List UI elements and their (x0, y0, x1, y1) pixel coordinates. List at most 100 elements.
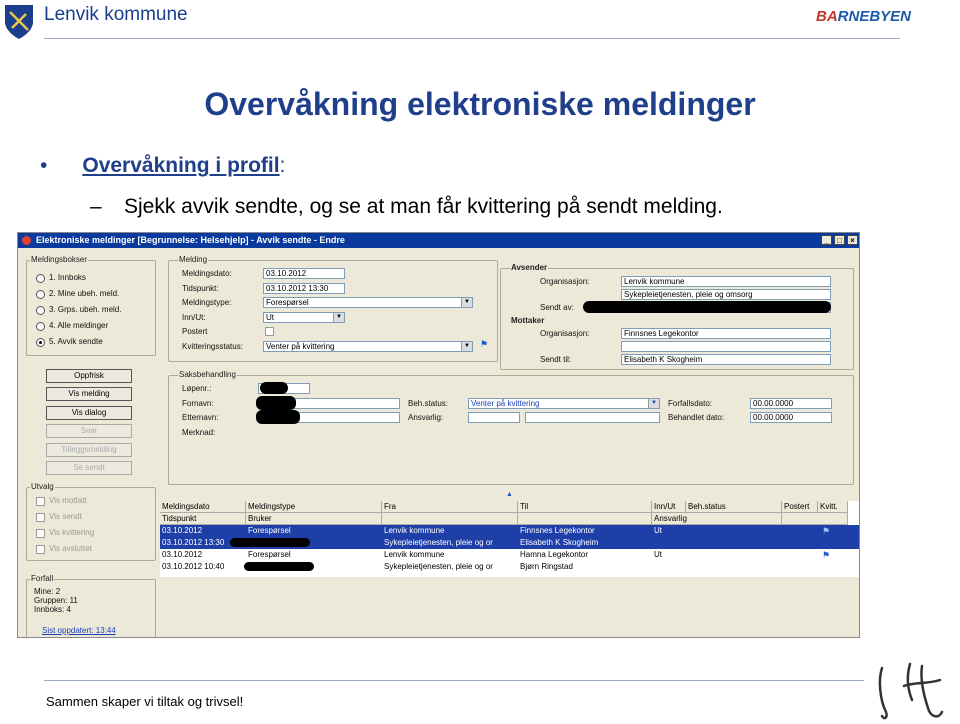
se-sendt-button[interactable]: Se sendt (46, 461, 132, 475)
checkbox-label: Vis kvittering (49, 528, 95, 537)
lopenr-label: Løpenr.: (182, 384, 212, 393)
table-cell: Forespørsel (248, 550, 291, 559)
table-cell: 03.10.2012 10:40 (162, 562, 225, 571)
kvitteringsstatus-label: Kvitteringsstatus: (182, 342, 243, 351)
forfall-mine: Mine: 2 (34, 587, 61, 596)
radio-label: 4. Alle meldinger (49, 321, 109, 330)
radio-avvik-sendte[interactable] (36, 338, 45, 347)
tidspunkt-field[interactable]: 03.10.2012 13:30 (263, 283, 345, 294)
radio-label: 5. Avvik sendte (49, 337, 103, 346)
postert-checkbox[interactable] (265, 327, 274, 336)
table-cell: 03.10.2012 (162, 550, 203, 559)
checkbox-label: Vis avsluttet (49, 544, 92, 553)
merknad-label: Merknad: (182, 428, 216, 437)
radio-mine-ubeh[interactable] (36, 290, 45, 299)
behstatus-select[interactable]: Venter på kvittering (468, 398, 660, 409)
column-header[interactable]: Meldingsdato (160, 501, 246, 513)
column-header[interactable]: Beh.status (686, 501, 782, 513)
column-header[interactable]: Inn/Ut (652, 501, 686, 513)
flag-icon: ⚑ (822, 526, 831, 536)
table-cell: Bjørn Ringstad (520, 562, 573, 571)
redaction (260, 382, 288, 394)
oppfrisk-button[interactable]: Oppfrisk (46, 369, 132, 383)
meldingstype-select[interactable]: Forespørsel (263, 297, 473, 308)
minimize-icon[interactable]: _ (821, 235, 832, 245)
table-cell: Hamna Legekontor (520, 550, 589, 559)
column-header[interactable]: Meldingstype (246, 501, 382, 513)
checkbox-label: Vis sendt (49, 512, 82, 521)
radio-innboks[interactable] (36, 274, 45, 283)
sort-arrow-icon[interactable]: ▲ (506, 491, 513, 498)
window-titlebar: Elektroniske meldinger [Begrunnelse: Hel… (18, 233, 859, 248)
meldingstype-label: Meldingstype: (182, 298, 232, 307)
postert-label: Postert (182, 327, 208, 336)
vis-melding-button[interactable]: Vis melding (46, 387, 132, 401)
window-title: Elektroniske meldinger [Begrunnelse: Hel… (36, 235, 345, 245)
forfallsdato-field[interactable]: 00.00.0000 (750, 398, 832, 409)
ansvarlig-field[interactable] (468, 412, 520, 423)
flag-icon: ⚑ (480, 339, 489, 349)
vis-dialog-button[interactable]: Vis dialog (46, 406, 132, 420)
column-header[interactable]: Bruker (246, 513, 382, 525)
table-cell: Lenvik kommune (384, 550, 445, 559)
mottaker-org-field[interactable]: Finnsnes Legekontor (621, 328, 831, 339)
avsender-title: Avsender (510, 263, 549, 272)
shield-logo-icon (5, 5, 33, 39)
behstatus-label: Beh.status: (408, 399, 449, 408)
table-cell: 03.10.2012 (162, 526, 203, 535)
etternavn-label: Etternavn: (182, 413, 219, 422)
meldingsbokser-title: Meldingsbokser (30, 255, 89, 264)
flag-icon: ⚑ (822, 550, 831, 560)
avsender-org-field[interactable]: Lenvik kommune (621, 276, 831, 287)
vis-sendt-checkbox[interactable] (36, 513, 45, 522)
table-cell: Forespørsel (248, 526, 291, 535)
utvalg-title: Utvalg (30, 482, 55, 491)
ansvarlig-name-field[interactable] (525, 412, 660, 423)
table-cell: Elisabeth K Skogheim (520, 538, 599, 547)
footer-divider (44, 680, 864, 681)
footer-text: Sammen skaper vi tiltak og trivsel! (46, 694, 244, 709)
column-header[interactable]: Kvitt. (818, 501, 848, 513)
tilleggsmelding-button[interactable]: Tilleggsmelding (46, 443, 132, 457)
table-cell: Lenvik kommune (384, 526, 445, 535)
bullet-1: • Overvåkning i profil: (40, 154, 286, 177)
meldingsdato-label: Meldingsdato: (182, 269, 232, 278)
sendt-til-field[interactable]: Elisabeth K Skogheim (621, 354, 831, 365)
redaction (230, 538, 310, 547)
vis-mottatt-checkbox[interactable] (36, 497, 45, 506)
mottaker-org-label: Organisasjon: (540, 329, 590, 338)
vis-kvittering-checkbox[interactable] (36, 529, 45, 538)
innut-label: Inn/Ut: (182, 313, 206, 322)
column-header[interactable]: Ansvarlig (652, 513, 782, 525)
tidspunkt-label: Tidspunkt: (182, 284, 219, 293)
column-header[interactable]: Tidspunkt (160, 513, 246, 525)
column-header[interactable]: Fra (382, 501, 518, 513)
vis-avsluttet-checkbox[interactable] (36, 545, 45, 554)
close-icon[interactable]: × (847, 235, 858, 245)
column-header[interactable]: Postert (782, 501, 818, 513)
radio-alle[interactable] (36, 322, 45, 331)
org-name: Lenvik kommune (44, 4, 188, 25)
column-header (518, 513, 652, 525)
maximize-icon[interactable]: □ (834, 235, 845, 245)
svar-button[interactable]: Svar (46, 424, 132, 438)
avsender-unit-field[interactable]: Sykepleietjenesten, pleie og omsorg (621, 289, 831, 300)
radio-label: 3. Grps. ubeh. meld. (49, 305, 122, 314)
radio-grps-ubeh[interactable] (36, 306, 45, 315)
mottaker-title: Mottaker (510, 316, 546, 325)
app-window: Elektroniske meldinger [Begrunnelse: Hel… (17, 232, 860, 638)
mottaker-unit-field[interactable] (621, 341, 831, 352)
innut-select[interactable]: Ut (263, 312, 345, 323)
brand-logo: BARNEBYEN (816, 8, 912, 25)
meldingsdato-field[interactable]: 03.10.2012 (263, 268, 345, 279)
column-header[interactable]: Til (518, 501, 652, 513)
behandlet-field[interactable]: 00.00.0000 (750, 412, 832, 423)
sist-oppdatert-link[interactable]: Sist oppdatert: 13:44 (42, 626, 116, 635)
melding-title: Melding (178, 255, 209, 264)
app-icon (22, 236, 31, 245)
behandlet-label: Behandlet dato: (668, 413, 725, 422)
kvitteringsstatus-select[interactable]: Venter på kvittering (263, 341, 473, 352)
slide-title: Overvåkning elektroniske meldinger (204, 86, 756, 122)
forfall-title: Forfall (30, 574, 55, 583)
forfallsdato-label: Forfallsdato: (668, 399, 713, 408)
